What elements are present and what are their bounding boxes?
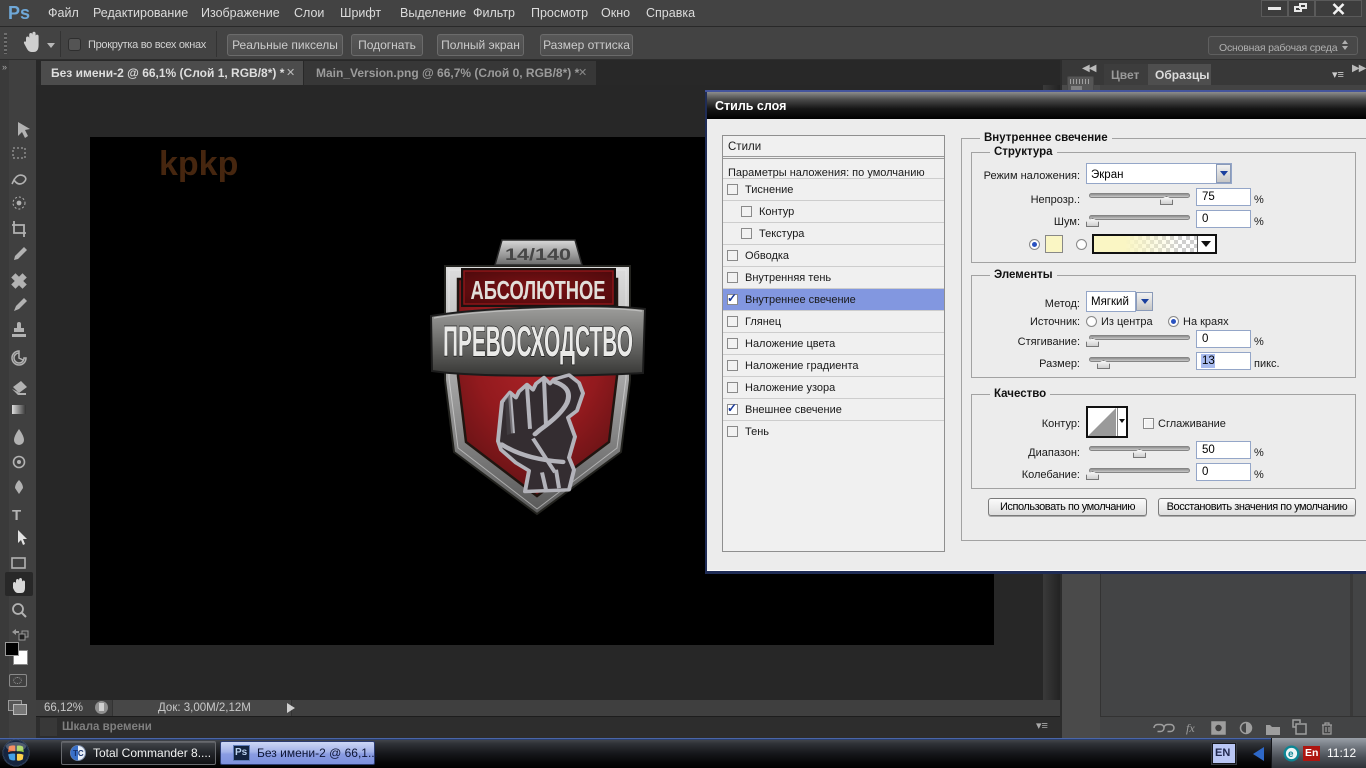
svg-text:T: T: [12, 507, 21, 524]
svg-text:fx: fx: [1186, 721, 1195, 735]
svg-text:АБСОЛЮТНОЕ: АБСОЛЮТНОЕ: [471, 275, 606, 305]
svg-text:TC: TC: [73, 749, 84, 758]
svg-text:ПРЕВОСХОДСТВО: ПРЕВОСХОДСТВО: [443, 318, 633, 366]
svg-text:e: e: [1288, 749, 1294, 760]
svg-text:14/140: 14/140: [505, 245, 571, 264]
